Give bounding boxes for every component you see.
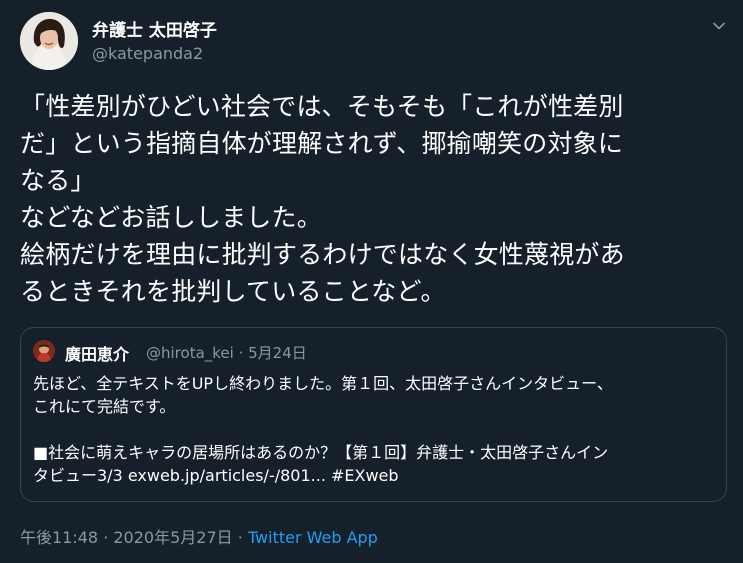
tweet-text-line: などなどお話ししました。 (20, 203, 322, 232)
tweet-text-line: だ」という指摘自体が理解されず、揶揄嘲笑の対象に (20, 129, 624, 158)
author-handle[interactable]: @katepanda2 (92, 44, 203, 63)
tweet-text-line: 「性差別がひどい社会では、そもそも「これが性差別 (20, 92, 624, 121)
quoted-text: 先ほど、全テキストをUPし終わりました。第１回、太田啓子さんインタビュー、 これ… (33, 372, 723, 487)
quoted-text-line (33, 418, 723, 441)
chevron-down-icon[interactable] (707, 14, 731, 38)
tweet-text: 「性差別がひどい社会では、そもそも「これが性差別 だ」という指摘自体が理解されず… (20, 88, 720, 310)
quoted-text-line: タビュー3/3 exweb.jp/articles/-/801... #EXwe… (33, 466, 399, 485)
quoted-author-avatar (33, 340, 55, 362)
quoted-author-name: 廣田恵介 (65, 345, 130, 364)
tweet-text-line: 絵柄だけを理由に批判するわけではなく女性蔑視があ (20, 240, 625, 269)
quoted-date: 5月24日 (248, 344, 307, 362)
tweet-text-line: るときそれを批判していることなど。 (20, 277, 446, 306)
tweet-timestamp[interactable]: 午後11:48 · 2020年5月27日 · (20, 528, 248, 547)
tweet-footer: 午後11:48 · 2020年5月27日 · Twitter Web App (20, 524, 378, 548)
quoted-separator: · (233, 344, 249, 362)
quoted-tweet[interactable]: 廣田恵介 @hirota_kei · 5月24日 先ほど、全テキストをUPし終わ… (20, 327, 727, 502)
source-app-link[interactable]: Twitter Web App (248, 528, 378, 547)
quoted-author-handle: @hirota_kei (146, 344, 234, 362)
quoted-text-line: ■社会に萌えキャラの居場所はあるのか？【第１回】弁護士・太田啓子さんイン (33, 443, 609, 462)
author-avatar-image (20, 12, 78, 70)
quoted-meta: @hirota_kei · 5月24日 (146, 342, 307, 363)
quoted-text-line: 先ほど、全テキストをUPし終わりました。第１回、太田啓子さんインタビュー、 (33, 374, 613, 393)
tweet-text-line: なる」 (20, 166, 96, 195)
author-name[interactable]: 弁護士 太田啓子 (92, 16, 217, 41)
quoted-text-line: これにて完結です。 (33, 397, 176, 416)
author-avatar[interactable] (20, 12, 78, 70)
